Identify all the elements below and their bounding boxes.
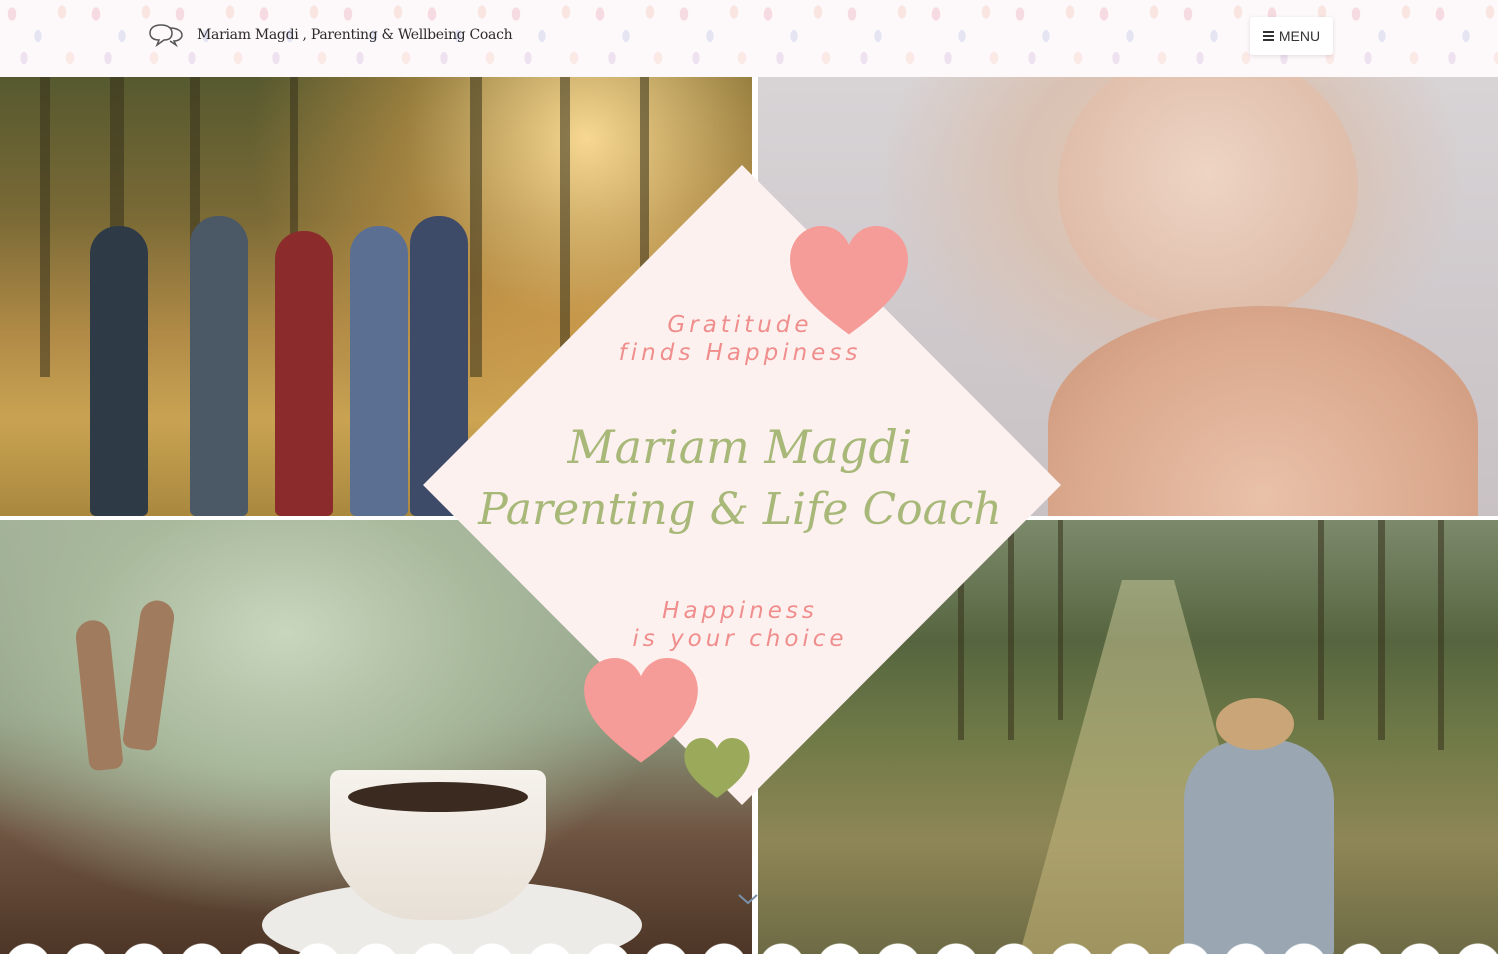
tagline-bottom-line1: Happiness bbox=[662, 598, 818, 624]
speech-bubbles-icon bbox=[148, 22, 184, 48]
heart-pink-bottom-icon bbox=[584, 658, 698, 763]
heart-green-icon bbox=[684, 738, 750, 799]
tagline-top-line1: Gratitude bbox=[667, 312, 813, 338]
tagline-top-line2: finds Happiness bbox=[618, 340, 862, 366]
hamburger-icon bbox=[1262, 29, 1274, 43]
coach-role: Parenting & Life Coach bbox=[478, 484, 1002, 535]
tagline-bottom: Happiness is your choice bbox=[560, 597, 920, 653]
site-header: Mariam Magdi , Parenting & Wellbeing Coa… bbox=[0, 0, 1498, 77]
chevron-down-icon[interactable] bbox=[736, 890, 760, 908]
menu-label: MENU bbox=[1278, 28, 1321, 44]
tagline-top: Gratitude finds Happiness bbox=[560, 311, 920, 367]
site-brand[interactable]: Mariam Magdi , Parenting & Wellbeing Coa… bbox=[148, 22, 513, 48]
site-title[interactable]: Mariam Magdi , Parenting & Wellbeing Coa… bbox=[197, 27, 513, 43]
tagline-bottom-line2: is your choice bbox=[632, 626, 848, 652]
menu-button[interactable]: MENU bbox=[1250, 17, 1333, 55]
coach-name: Mariam Magdi bbox=[567, 420, 913, 474]
scalloped-divider bbox=[0, 942, 1498, 954]
